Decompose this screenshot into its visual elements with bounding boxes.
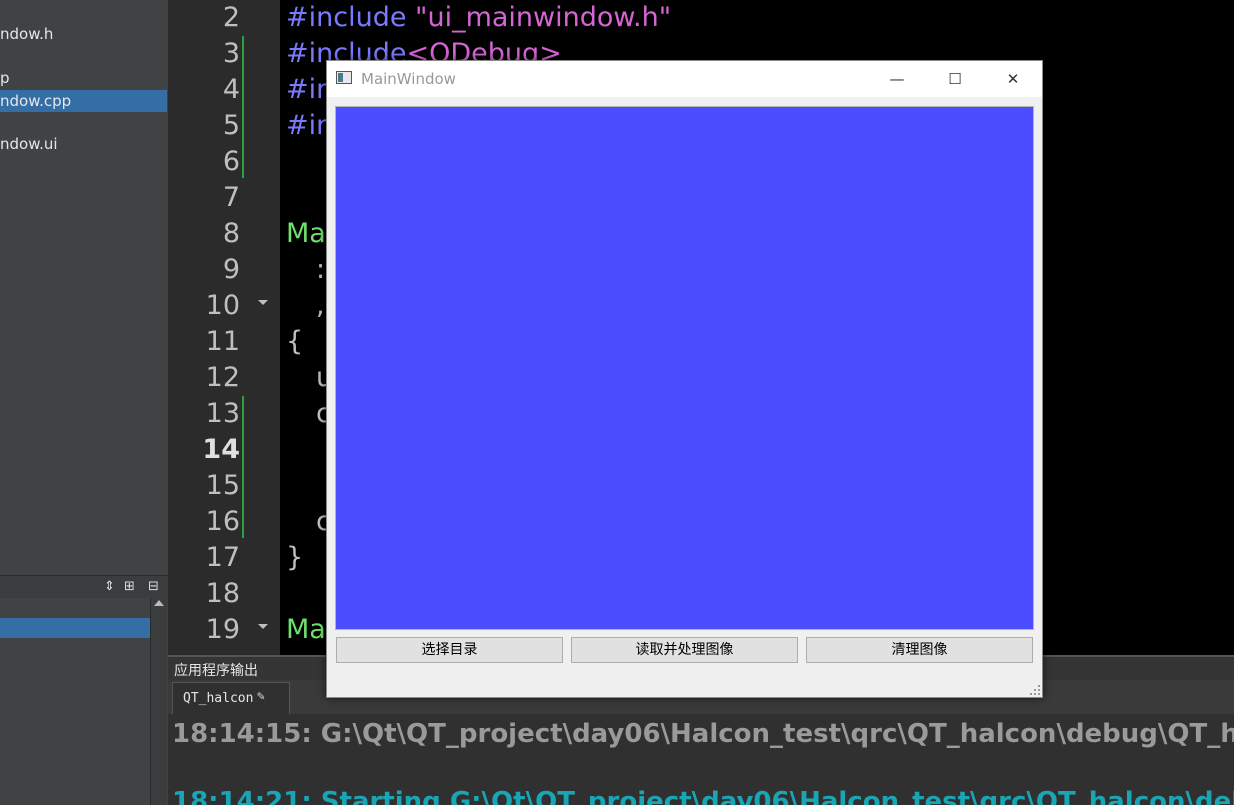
line-number-gutter: 2 3 4 5 6 7 8 9 10 11 12 13 14 15 16 17 … (168, 0, 280, 655)
open-documents-panel (0, 598, 168, 805)
line-number: 16 (205, 506, 240, 537)
line-number: 12 (205, 362, 240, 393)
output-line: 18:14:21: Starting G:\Qt\QT_project\day0… (172, 787, 1234, 805)
line-number: 6 (222, 146, 240, 177)
sort-updown-icon[interactable]: ⇕ (104, 579, 115, 595)
main-window: MainWindow — ☐ ✕ 选择目录 读取并处理图像 清理图像 (326, 60, 1043, 698)
tree-item-mainwindow-h[interactable]: ndow.h (0, 23, 168, 45)
directive: #include (286, 2, 407, 33)
line-number: 13 (205, 398, 240, 429)
split-icon[interactable]: ⊞ (124, 579, 135, 595)
code-line-8: Ma (286, 218, 326, 249)
resize-grip-icon[interactable] (1030, 685, 1040, 695)
clear-image-button[interactable]: 清理图像 (806, 637, 1033, 663)
line-number: 3 (222, 38, 240, 69)
fold-arrow-icon[interactable] (258, 624, 268, 629)
select-directory-button[interactable]: 选择目录 (336, 637, 563, 663)
maximize-button[interactable]: ☐ (926, 61, 984, 97)
line-number: 10 (205, 290, 240, 321)
code-line-19: Ma (286, 614, 326, 645)
code-line-9: : (316, 254, 326, 285)
change-marker (242, 396, 244, 538)
code-line-11: { (286, 326, 304, 357)
line-number: 8 (222, 218, 240, 249)
output-tab-label: QT_halcon (183, 691, 254, 706)
output-tab-qt-halcon[interactable]: QT_halcon ✎ (172, 682, 290, 715)
code-line-10: , (316, 290, 325, 321)
line-number: 19 (205, 614, 240, 645)
tree-item-main-cpp[interactable]: p (0, 67, 168, 89)
close-panel-icon[interactable]: ⊟ (148, 579, 159, 595)
window-titlebar[interactable]: MainWindow — ☐ ✕ (327, 61, 1042, 97)
line-number: 18 (205, 578, 240, 609)
output-pane-title: 应用程序输出 (174, 663, 258, 679)
line-number: 9 (222, 254, 240, 285)
open-document-item[interactable] (0, 618, 150, 638)
line-number-current: 14 (202, 434, 240, 465)
code-line-2: #include "ui_mainwindow.h" (286, 0, 671, 36)
read-process-image-button[interactable]: 读取并处理图像 (571, 637, 798, 663)
tree-item-mainwindow-cpp[interactable]: ndow.cpp (0, 90, 167, 112)
output-console[interactable]: 18:14:15: G:\Qt\QT_project\day06\Halcon_… (168, 714, 1234, 805)
close-button[interactable]: ✕ (984, 61, 1042, 97)
line-number: 11 (205, 326, 240, 357)
scroll-up-icon[interactable] (154, 600, 164, 606)
window-title: MainWindow (361, 70, 456, 88)
fold-arrow-icon[interactable] (258, 300, 268, 305)
line-number: 5 (222, 110, 240, 141)
pin-icon[interactable]: ✎ (257, 689, 265, 704)
change-marker (242, 36, 244, 178)
minimize-button[interactable]: — (868, 61, 926, 97)
lower-panel-toolbar: ⇕ ⊞ ⊟ (0, 575, 168, 598)
output-line: 18:14:15: G:\Qt\QT_project\day06\Halcon_… (172, 719, 1234, 749)
include-string: "ui_mainwindow.h" (415, 2, 672, 33)
line-number: 17 (205, 542, 240, 573)
image-display-area (335, 106, 1034, 630)
line-number: 7 (222, 182, 240, 213)
tree-item-mainwindow-ui[interactable]: ndow.ui (0, 133, 168, 155)
line-number: 4 (222, 74, 240, 105)
line-number: 15 (205, 470, 240, 501)
line-number: 2 (222, 2, 240, 33)
project-tree: ndow.h p ndow.cpp ndow.ui (0, 0, 168, 575)
app-window-icon (336, 71, 352, 84)
lower-scrollbar[interactable] (150, 598, 167, 805)
code-line-17: } (286, 542, 304, 573)
